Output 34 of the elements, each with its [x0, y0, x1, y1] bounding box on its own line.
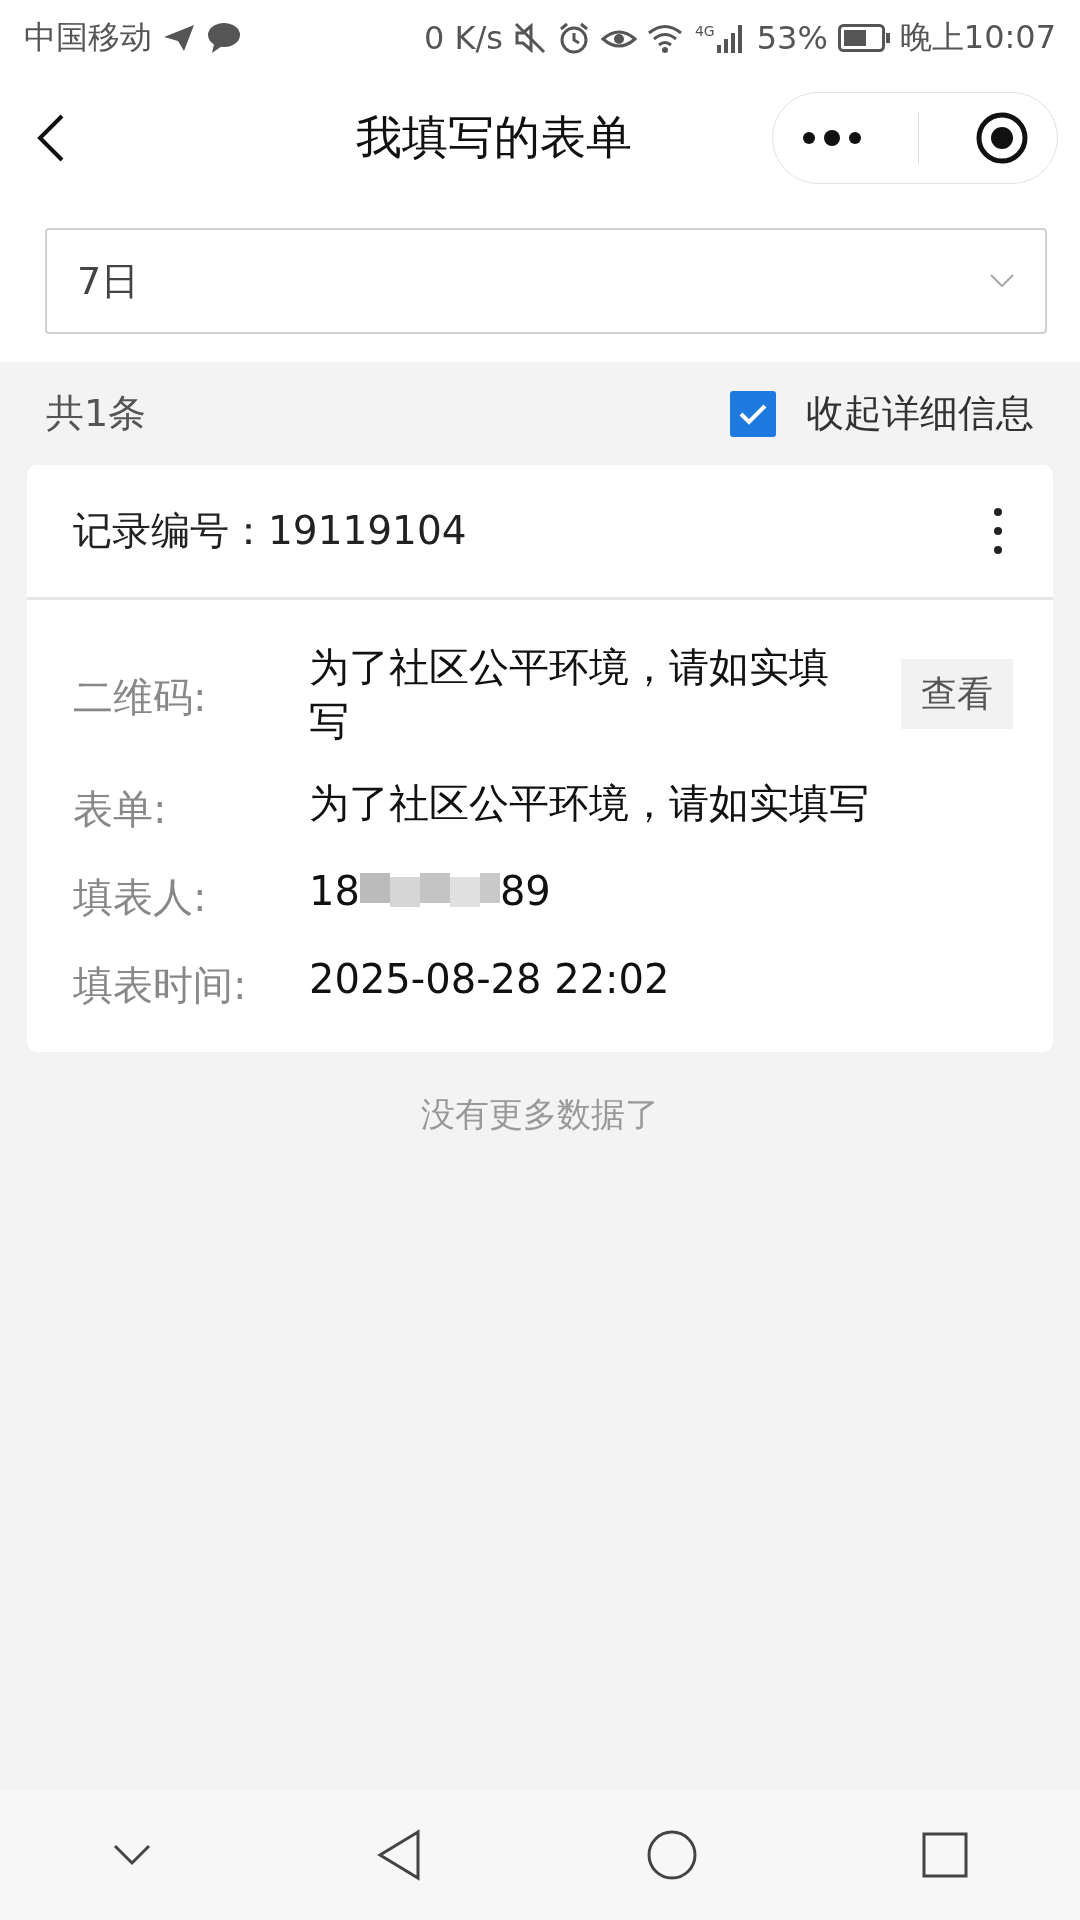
more-button[interactable] [800, 129, 863, 146]
network-type: 4G [694, 22, 715, 39]
back-triangle-button[interactable] [376, 1829, 422, 1881]
field-value: 89 [499, 867, 551, 916]
mute-icon [512, 20, 547, 55]
field-value: 为了社区公平环境，请如实填写 [309, 643, 830, 746]
home-button[interactable] [646, 1829, 698, 1881]
collapse-checkbox[interactable]: 收起详细信息 [730, 388, 1034, 439]
back-button[interactable] [36, 112, 66, 163]
end-of-list-text: 没有更多数据了 [420, 1093, 660, 1136]
field-label: 表单: [73, 785, 168, 834]
carrier-name: 中国移动 [24, 16, 152, 58]
close-button[interactable] [975, 110, 1030, 165]
field-value: 2025-08-28 22:02 [309, 955, 671, 1004]
view-button[interactable]: 查看 [901, 659, 1013, 729]
page-title: 我填写的表单 [355, 108, 633, 166]
field-value: 18 [309, 867, 360, 916]
date-dropdown[interactable]: 7日 [45, 228, 1047, 334]
clock-time: 晚上10:07 [899, 16, 1056, 58]
record-count: 共1条 [46, 390, 148, 437]
chevron-down-icon [989, 273, 1015, 289]
hide-nav-button[interactable] [112, 1843, 152, 1867]
battery-percent: 53% [756, 18, 828, 57]
more-options-button[interactable] [993, 507, 1003, 555]
field-value: 为了社区公平环境，请如实填写 [309, 779, 870, 828]
field-label: 填表时间: [73, 961, 248, 1010]
network-speed: 0 K/s [423, 18, 503, 57]
paper-plane-icon [162, 22, 196, 53]
record-number: 记录编号：19119104 [73, 507, 468, 555]
battery-icon [837, 23, 890, 52]
field-label: 二维码: [73, 673, 208, 722]
field-label: 填表人: [73, 873, 208, 922]
chat-bubble-icon [206, 21, 242, 54]
recents-button[interactable] [922, 1832, 968, 1878]
